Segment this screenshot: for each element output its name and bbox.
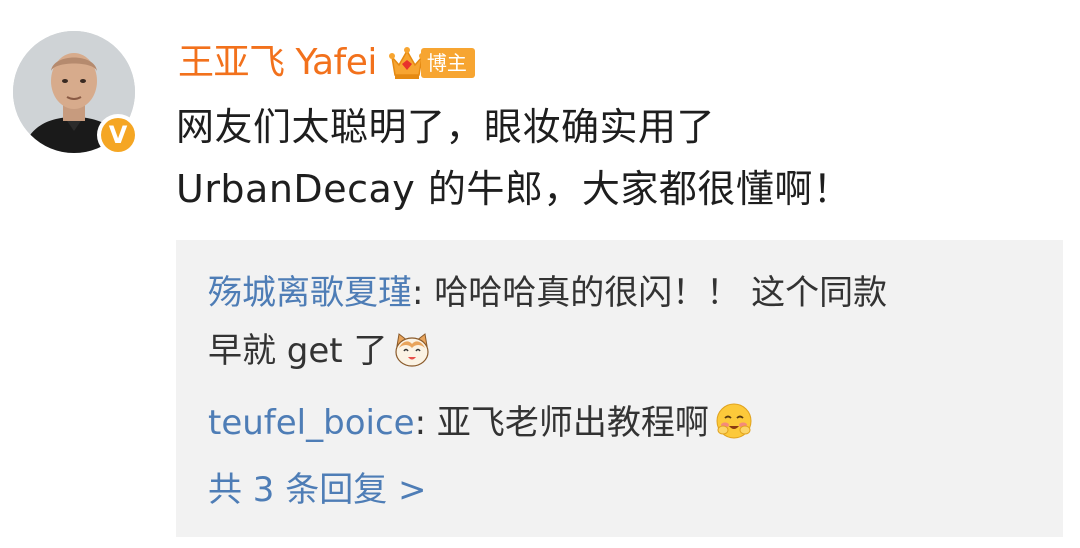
author-name[interactable]: 王亚飞 Yafei [178,40,377,86]
view-more-replies-link[interactable]: 共 3 条回复 > [208,464,427,516]
verified-mark: V [101,118,135,152]
post-text-line: 网友们太聪明了，眼妆确实用了 [176,105,716,149]
reply-item[interactable]: teufel_boice: 亚飞老师出教程啊 [208,394,1038,458]
weibo-comment-card: V 王亚飞 Yafei 博主 网友们太聪明了，眼妆确实用了 UrbanDecay… [0,0,1080,548]
blogger-label: 博主 [420,48,475,78]
reply-item[interactable]: 殇城离歌夏瑾: 哈哈哈真的很闪！！ 这个同款 早就 get 了 [208,264,1038,386]
reply-text: 亚飞老师出教程啊 [436,403,709,443]
post-text: 网友们太聪明了，眼妆确实用了 UrbanDecay 的牛郎，大家都很懂啊！ [176,96,1056,220]
reply-author[interactable]: teufel_boice [208,403,415,443]
verified-badge-icon: V [97,114,139,156]
author-row: 王亚飞 Yafei 博主 [178,38,475,88]
replies-panel: 殇城离歌夏瑾: 哈哈哈真的很闪！！ 这个同款 早就 get 了 teufel_b… [176,240,1063,537]
blushing-smile-emoji-icon [715,400,753,458]
reply-text: 早就 get 了 [208,331,388,371]
blogger-badge: 博主 [387,43,475,83]
reply-second-line: 早就 get 了 [208,322,1038,386]
reply-first-line: 殇城离歌夏瑾: 哈哈哈真的很闪！！ 这个同款 [208,264,1038,322]
reply-text: 哈哈哈真的很闪！！ 这个同款 [434,273,888,313]
reply-first-line: teufel_boice: 亚飞老师出教程啊 [208,394,1038,458]
reply-separator: : [414,403,437,443]
reply-author[interactable]: 殇城离歌夏瑾 [208,273,412,313]
post-text-line: UrbanDecay 的牛郎，大家都很懂啊！ [176,167,852,211]
reply-separator: : [412,273,435,313]
cat-face-emoji-icon [393,328,431,386]
